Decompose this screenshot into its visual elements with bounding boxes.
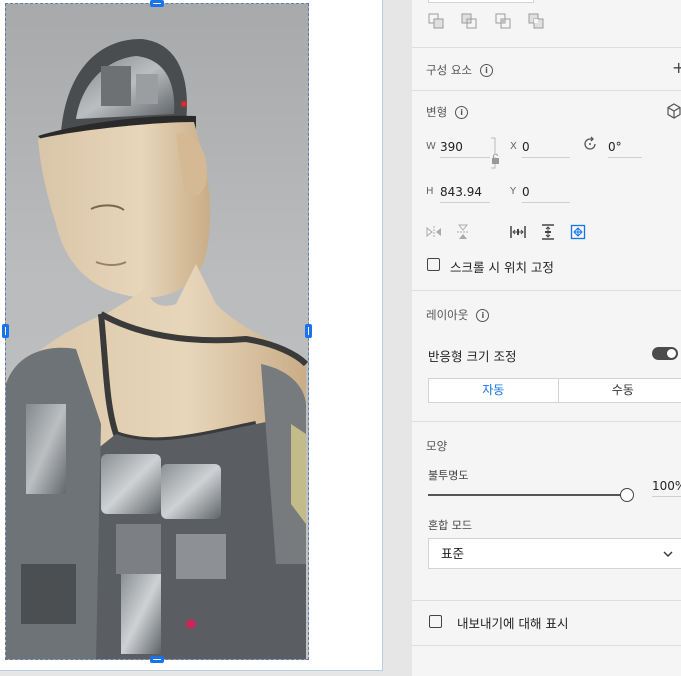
auto-mode-button[interactable]: 자동	[429, 379, 559, 402]
property-inspector-panel: 구성 요소 i + 변형 i W 390 X 0 0° H 843.94 Y 0…	[412, 0, 681, 676]
x-input[interactable]: 0	[522, 137, 570, 158]
opacity-input[interactable]: 100%	[652, 476, 681, 497]
width-label: W	[426, 141, 436, 152]
width-input[interactable]: 390	[440, 137, 490, 158]
height-label: H	[426, 186, 434, 197]
blend-mode-label: 혼합 모드	[428, 519, 472, 532]
export-mark-checkbox[interactable]	[429, 615, 442, 628]
info-icon[interactable]: i	[479, 63, 493, 77]
divider	[412, 421, 681, 422]
artboard[interactable]	[0, 0, 383, 671]
resize-handle-top[interactable]	[150, 0, 164, 7]
divider	[412, 600, 681, 601]
info-icon[interactable]: i	[455, 105, 469, 119]
divider	[412, 290, 681, 291]
resize-handle-bottom[interactable]	[150, 656, 164, 663]
robot-photo-illustration	[6, 39, 308, 659]
divider	[412, 47, 681, 48]
layout-section-title: 레이아웃 i	[426, 307, 490, 323]
blend-mode-value: 표준	[441, 546, 465, 561]
rotation-input[interactable]: 0°	[608, 137, 642, 158]
appearance-section-title: 모양	[426, 438, 447, 454]
components-section-title: 구성 요소 i	[426, 62, 493, 78]
distribute-horizontal-icon[interactable]	[510, 224, 526, 240]
chevron-down-icon	[663, 551, 673, 557]
opacity-label: 불투명도	[428, 469, 469, 482]
info-icon[interactable]: i	[476, 308, 490, 322]
export-mark-label: 내보내기에 대해 표시	[457, 616, 569, 631]
transform-title: 변형	[426, 105, 448, 119]
responsive-resize-toggle[interactable]	[652, 347, 678, 360]
lock-aspect-icon[interactable]	[490, 137, 500, 169]
x-label: X	[510, 141, 517, 152]
fit-frame-icon[interactable]	[570, 224, 586, 240]
3d-cube-icon[interactable]	[666, 103, 681, 119]
height-input[interactable]: 843.94	[440, 182, 490, 203]
fix-position-label: 스크롤 시 위치 고정	[450, 260, 554, 275]
distribute-vertical-icon[interactable]	[540, 224, 556, 240]
boolean-subtract-icon[interactable]	[461, 13, 477, 29]
layout-title: 레이아웃	[426, 308, 469, 322]
resize-mode-segmented-control: 자동 수동	[428, 378, 681, 403]
flip-vertical-icon[interactable]	[455, 224, 471, 240]
divider	[412, 90, 681, 91]
opacity-slider-track[interactable]	[428, 494, 628, 496]
y-input[interactable]: 0	[522, 182, 570, 203]
opacity-slider-thumb[interactable]	[620, 488, 634, 502]
top-dropdown-partial[interactable]	[428, 0, 534, 3]
fix-position-checkbox[interactable]	[427, 258, 440, 271]
responsive-resize-label: 반응형 크기 조정	[428, 349, 517, 364]
components-title: 구성 요소	[426, 63, 472, 77]
manual-mode-button[interactable]: 수동	[559, 379, 681, 402]
resize-handle-right[interactable]	[305, 324, 312, 338]
selected-image-robot[interactable]	[5, 3, 309, 660]
appearance-title: 모양	[426, 439, 448, 453]
transform-section-title: 변형 i	[426, 104, 469, 120]
rotate-icon	[584, 136, 596, 150]
design-canvas[interactable]	[0, 0, 412, 676]
resize-handle-left[interactable]	[2, 324, 9, 338]
flip-horizontal-icon[interactable]	[426, 224, 442, 240]
boolean-add-icon[interactable]	[428, 13, 444, 29]
boolean-exclude-icon[interactable]	[528, 13, 544, 29]
boolean-intersect-icon[interactable]	[495, 13, 511, 29]
y-label: Y	[510, 186, 517, 197]
divider	[412, 645, 681, 646]
blend-mode-select[interactable]: 표준	[428, 538, 681, 569]
add-component-icon[interactable]: +	[672, 58, 681, 77]
